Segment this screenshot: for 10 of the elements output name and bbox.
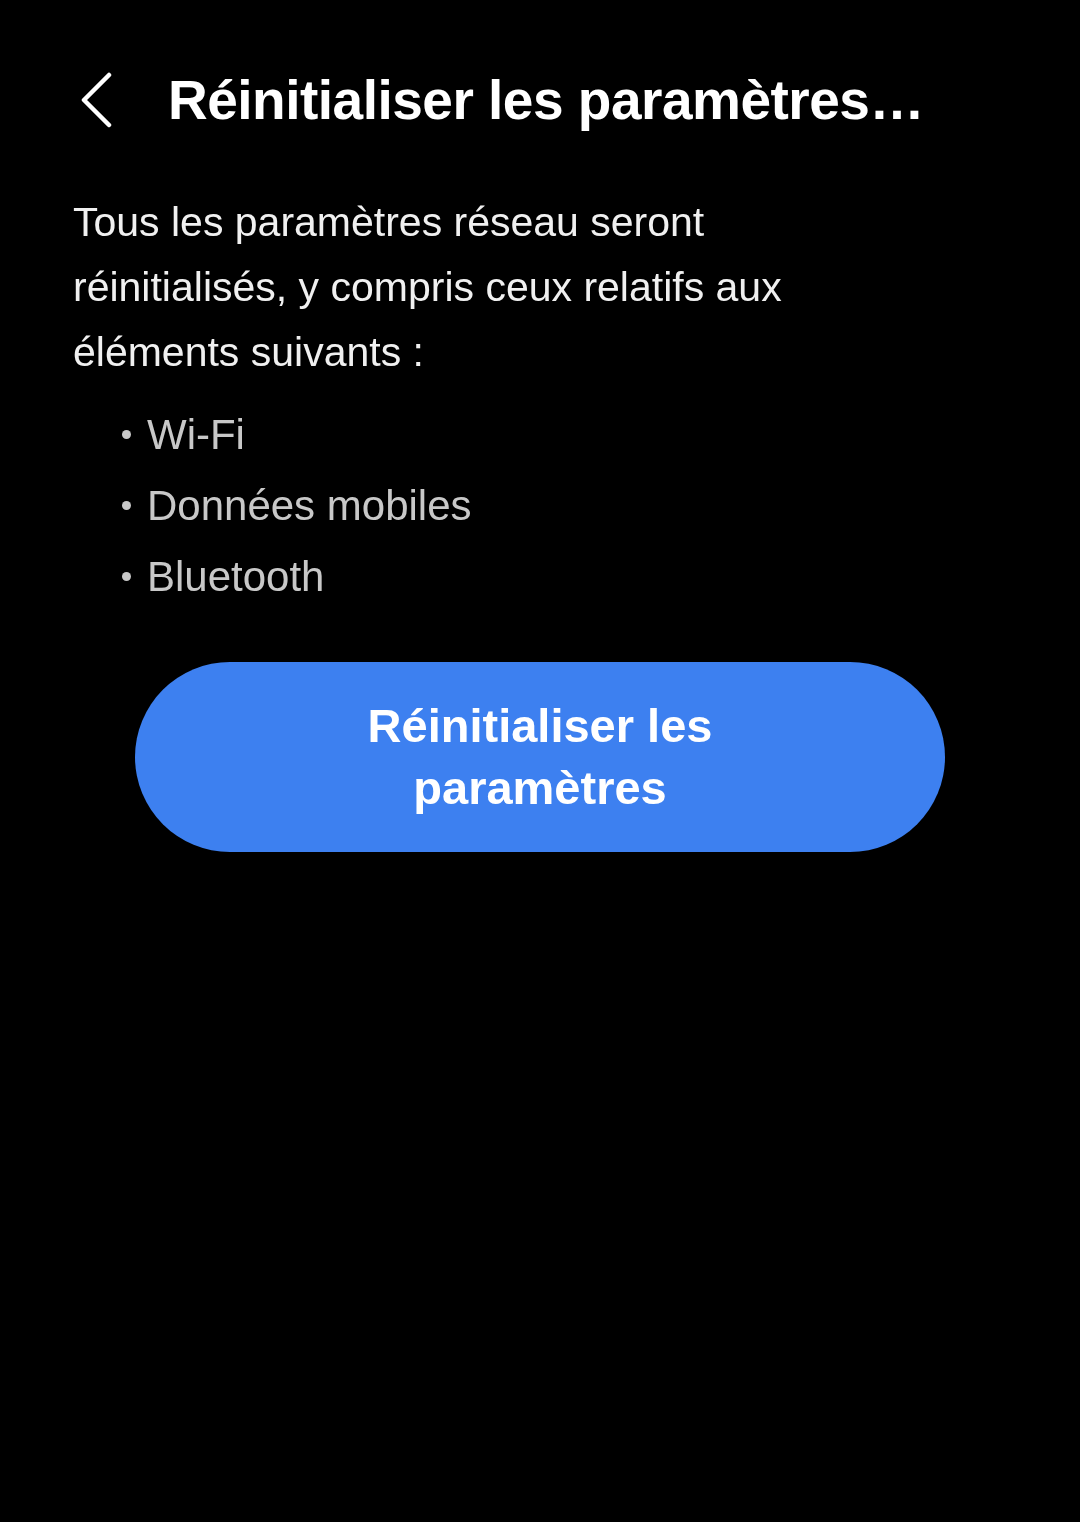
list-item-text: Wi-Fi — [147, 410, 245, 459]
bullet-icon — [122, 572, 131, 581]
list-item-text: Bluetooth — [147, 552, 325, 601]
back-icon — [79, 72, 113, 128]
bullet-icon — [122, 501, 131, 510]
bullet-icon — [122, 430, 131, 439]
list-item-text: Données mobiles — [147, 481, 472, 530]
reset-settings-button[interactable]: Réinitialiser les paramètres — [135, 662, 945, 852]
page-title: Réinitialiser les paramètres… — [168, 68, 924, 132]
description-text: Tous les paramètres réseau seront réinitialisés, y compris ceux relatifs aux éléments suivants : — [73, 198, 783, 377]
